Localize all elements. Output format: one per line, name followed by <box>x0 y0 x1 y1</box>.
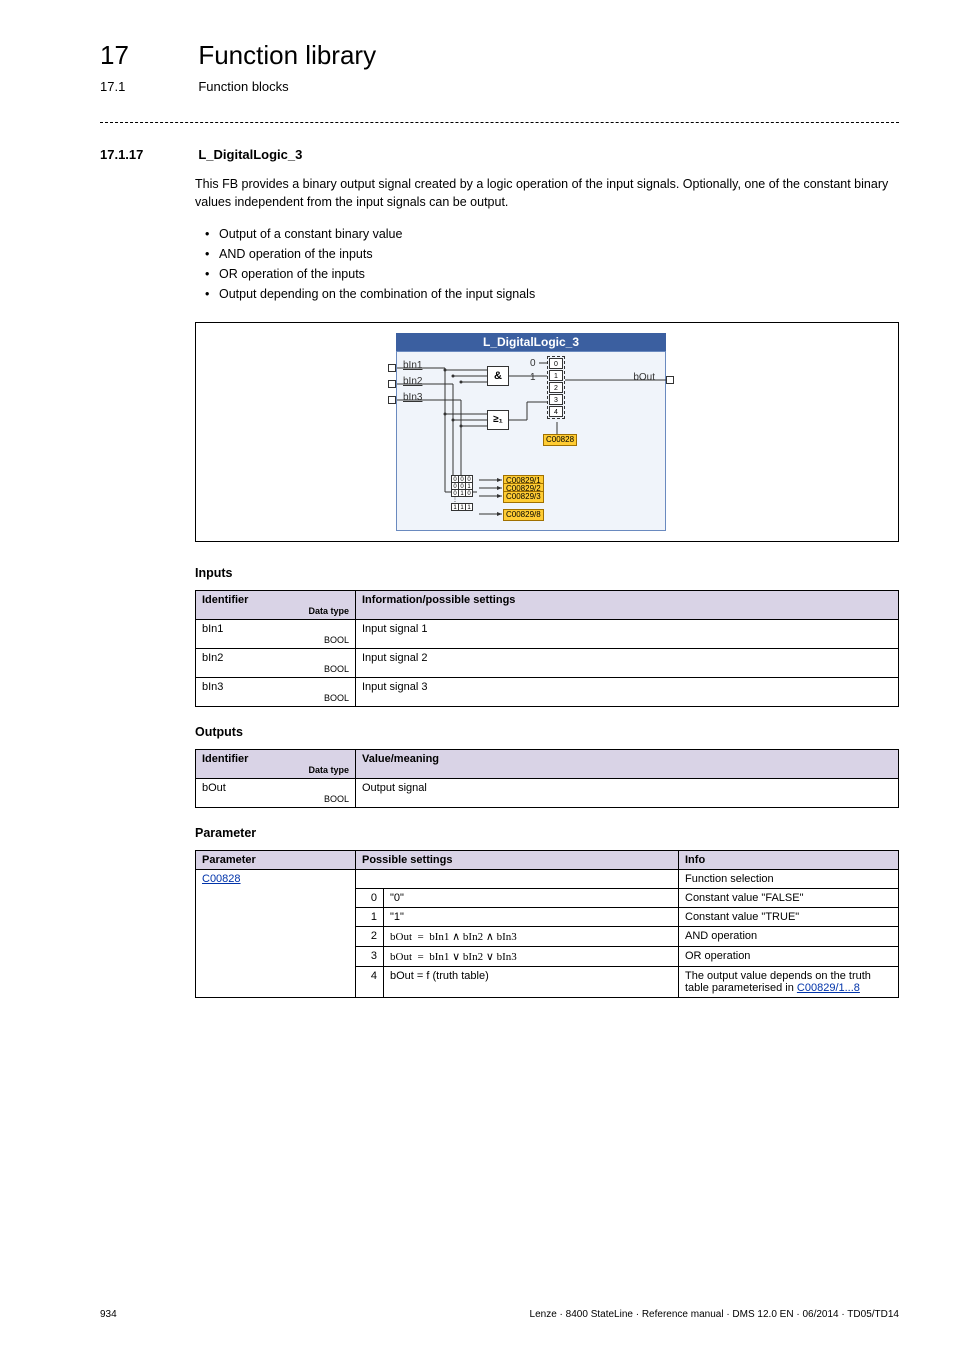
section-title: L_DigitalLogic_3 <box>198 147 302 162</box>
page-number: 934 <box>100 1309 117 1320</box>
divider <box>100 122 899 123</box>
doc-info: Lenze · 8400 StateLine · Reference manua… <box>530 1309 899 1320</box>
cell-dt: BOOL <box>202 664 349 674</box>
table-row: C00828 Function selection <box>196 869 899 888</box>
cell-setting: bOut = bIn1 ∧ bIn2 ∧ bIn3 <box>384 926 679 946</box>
th-datatype-label: Data type <box>202 606 349 616</box>
cell-num: 2 <box>356 926 384 946</box>
cell-info: Constant value "TRUE" <box>679 907 899 926</box>
cell-setting: bOut = bIn1 ∨ bIn2 ∨ bIn3 <box>384 946 679 966</box>
port-bin2 <box>388 380 396 388</box>
chapter-number: 17 <box>100 40 195 71</box>
outputs-table: Identifier Data type Value/meaning bOutB… <box>195 749 899 808</box>
cell-dt: BOOL <box>202 794 349 804</box>
port-bin3 <box>388 396 396 404</box>
parameter-heading: Parameter <box>195 826 899 840</box>
page-footer: 934 Lenze · 8400 StateLine · Reference m… <box>100 1309 899 1320</box>
cell-var: bOut <box>390 931 412 943</box>
link-c00829[interactable]: C00829/1...8 <box>797 982 860 994</box>
list-item: OR operation of the inputs <box>219 264 899 284</box>
cell-dt: BOOL <box>202 693 349 703</box>
inputs-table: Identifier Data type Information/possibl… <box>195 590 899 707</box>
th-info: Information/possible settings <box>356 590 899 619</box>
list-item: AND operation of the inputs <box>219 244 899 264</box>
port-bin1 <box>388 364 396 372</box>
th-possible-settings: Possible settings <box>356 850 679 869</box>
cell-empty <box>356 869 679 888</box>
fb-body: bIn1 bIn2 bIn3 bOut & ≥₁ 0 1 0 1 <box>396 351 666 531</box>
list-item: Output depending on the combination of t… <box>219 284 899 304</box>
cell-id: bIn2 <box>202 652 223 664</box>
subsection-number: 17.1 <box>100 79 195 94</box>
wiring <box>397 352 667 532</box>
th-datatype-label: Data type <box>202 765 349 775</box>
cell-info: Output signal <box>356 778 899 807</box>
cell-info: Input signal 3 <box>356 677 899 706</box>
outputs-heading: Outputs <box>195 725 899 739</box>
table-row: bOutBOOL Output signal <box>196 778 899 807</box>
cell-info: Constant value "FALSE" <box>679 888 899 907</box>
th-identifier-label: Identifier <box>202 753 248 765</box>
cell-info: OR operation <box>679 946 899 966</box>
th-info: Value/meaning <box>356 749 899 778</box>
link-c00828[interactable]: C00828 <box>202 873 241 885</box>
fb-title: L_DigitalLogic_3 <box>396 333 666 351</box>
section-header: 17.1.17 L_DigitalLogic_3 <box>100 147 899 162</box>
list-item: Output of a constant binary value <box>219 224 899 244</box>
truth-table-icon: 000 001 010 ⋮ 111 <box>452 476 473 511</box>
section-number: 17.1.17 <box>100 147 195 162</box>
page-header: 17 Function library 17.1 Function blocks <box>100 40 899 94</box>
cell-setting: "1" <box>384 907 679 926</box>
th-info: Info <box>679 850 899 869</box>
parameter-table: Parameter Possible settings Info C00828 … <box>195 850 899 998</box>
inputs-heading: Inputs <box>195 566 899 580</box>
cell-setting: "0" <box>384 888 679 907</box>
table-row: bIn3BOOL Input signal 3 <box>196 677 899 706</box>
cell-num: 3 <box>356 946 384 966</box>
cell-num: 0 <box>356 888 384 907</box>
th-parameter: Parameter <box>196 850 356 869</box>
port-bout <box>666 376 674 384</box>
cell-info: Input signal 1 <box>356 619 899 648</box>
subsection-title: Function blocks <box>198 79 288 94</box>
cell-info: Input signal 2 <box>356 648 899 677</box>
cell-expr: bIn1 ∧ bIn2 ∧ bIn3 <box>429 931 517 943</box>
cell-id: bOut <box>202 782 226 794</box>
cell-info: AND operation <box>679 926 899 946</box>
cell-num: 1 <box>356 907 384 926</box>
cell-id: bIn3 <box>202 681 223 693</box>
th-identifier-label: Identifier <box>202 594 248 606</box>
param-c00828: C00828 <box>543 434 577 446</box>
intro-paragraph: This FB provides a binary output signal … <box>195 176 899 211</box>
cell-setting: bOut = f (truth table) <box>384 966 679 997</box>
cell-dt: BOOL <box>202 635 349 645</box>
function-block-diagram: L_DigitalLogic_3 bIn1 bIn2 bIn3 bOut & ≥… <box>195 322 899 542</box>
table-row: bIn2BOOL Input signal 2 <box>196 648 899 677</box>
cell-info: The output value depends on the truth ta… <box>679 966 899 997</box>
cell-expr: bIn1 ∨ bIn2 ∨ bIn3 <box>429 951 517 963</box>
param-c00829-8: C00829/8 <box>503 509 544 521</box>
cell-info: Function selection <box>679 869 899 888</box>
cell-var: bOut <box>390 951 412 963</box>
cell-id: bIn1 <box>202 623 223 635</box>
chapter-title: Function library <box>198 40 376 71</box>
feature-list: Output of a constant binary value AND op… <box>195 224 899 304</box>
param-c00829-3: C00829/3 <box>503 491 544 503</box>
th-identifier: Identifier Data type <box>196 590 356 619</box>
table-row: bIn1BOOL Input signal 1 <box>196 619 899 648</box>
th-identifier: Identifier Data type <box>196 749 356 778</box>
cell-num: 4 <box>356 966 384 997</box>
